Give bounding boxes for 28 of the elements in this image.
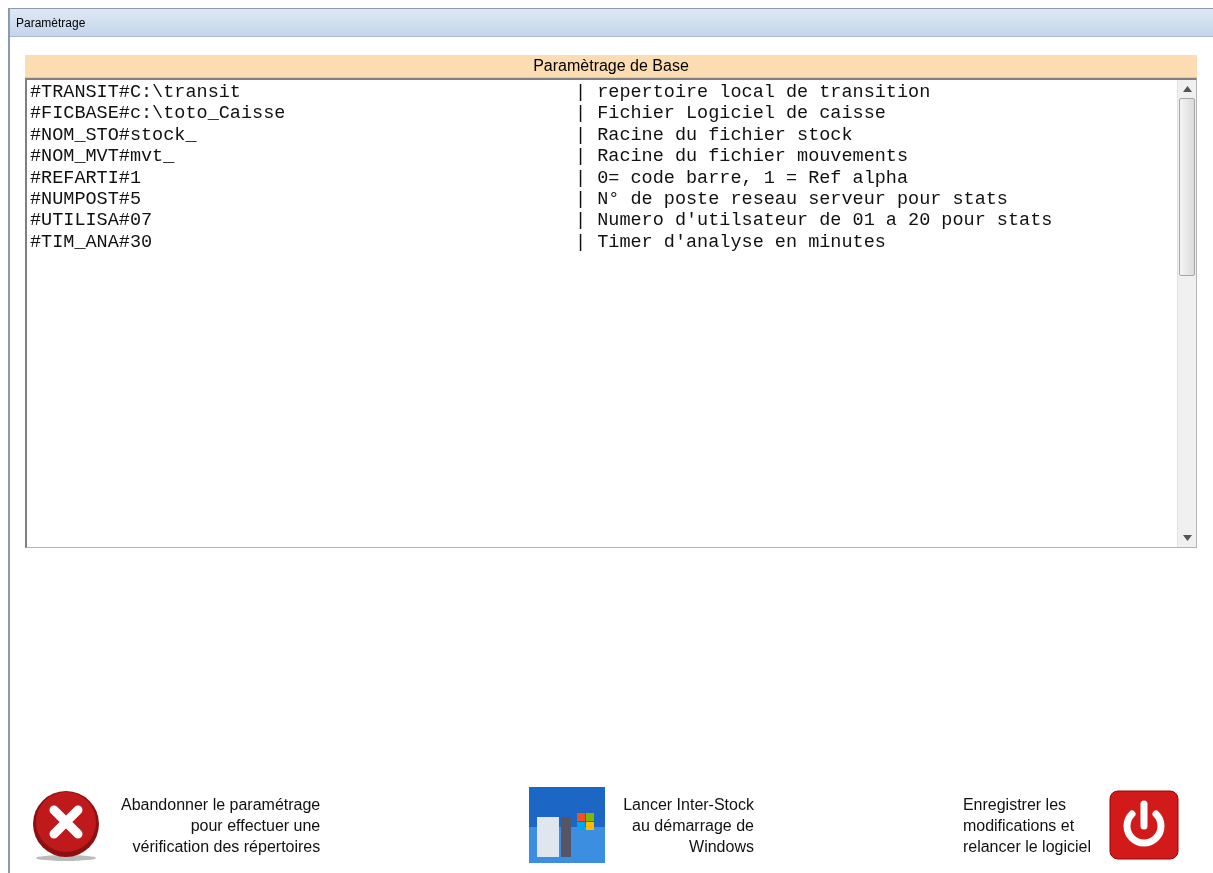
setting-text: #TIM_ANA#30	[30, 231, 154, 254]
desktop-screenshot-icon	[529, 787, 606, 863]
startup-button[interactable]: Lancer Inter-Stock au démarrage de Windows	[529, 787, 754, 863]
scroll-thumb[interactable]	[1179, 98, 1195, 276]
comment-text: | 0= code barre, 1 = Ref alpha	[575, 167, 910, 189]
comment-text: | Numero d'utilsateur de 01 a 20 pour stats	[575, 210, 1054, 232]
setting-text: #REFARTI#1	[30, 167, 143, 189]
comment-text: | Racine du fichier stock	[575, 124, 854, 147]
setting-text: #TRANSIT#C:\transit	[30, 82, 242, 104]
settings-editor[interactable]	[25, 78, 1197, 548]
power-icon	[1109, 790, 1179, 860]
window-title: Paramètrage	[16, 15, 86, 30]
setting-text: #UTILISA#07	[30, 210, 154, 232]
comment-text: | Fichier Logiciel de caisse	[575, 103, 887, 125]
comment-text: | Racine du fichier mouvements	[575, 146, 910, 168]
scroll-down-icon[interactable]	[1182, 535, 1192, 541]
scroll-up-icon[interactable]	[1182, 86, 1192, 92]
scrollbar[interactable]	[1177, 80, 1196, 547]
save-button[interactable]: Enregistrer les modifications et relancer le logiciel	[962, 790, 1179, 860]
comment-text: | N° de poste reseau serveur pour stats	[575, 188, 1009, 211]
panel-header: Paramètrage de Base	[25, 55, 1197, 78]
comment-text: | repertoire local de transition	[575, 82, 932, 104]
setting-text: #NUMPOST#5	[30, 188, 143, 211]
setting-text: #NOM_MVT#mvt_	[30, 146, 176, 168]
comment-text: | Timer d'analyse en minutes	[575, 231, 887, 254]
setting-text: #NOM_STO#stock_	[30, 124, 198, 147]
cancel-button[interactable]: Abandonner le paramétrage pour effectuer une vérification des répertoires	[29, 788, 321, 862]
setting-text: #FICBASE#c:\toto_Caisse	[30, 103, 287, 125]
